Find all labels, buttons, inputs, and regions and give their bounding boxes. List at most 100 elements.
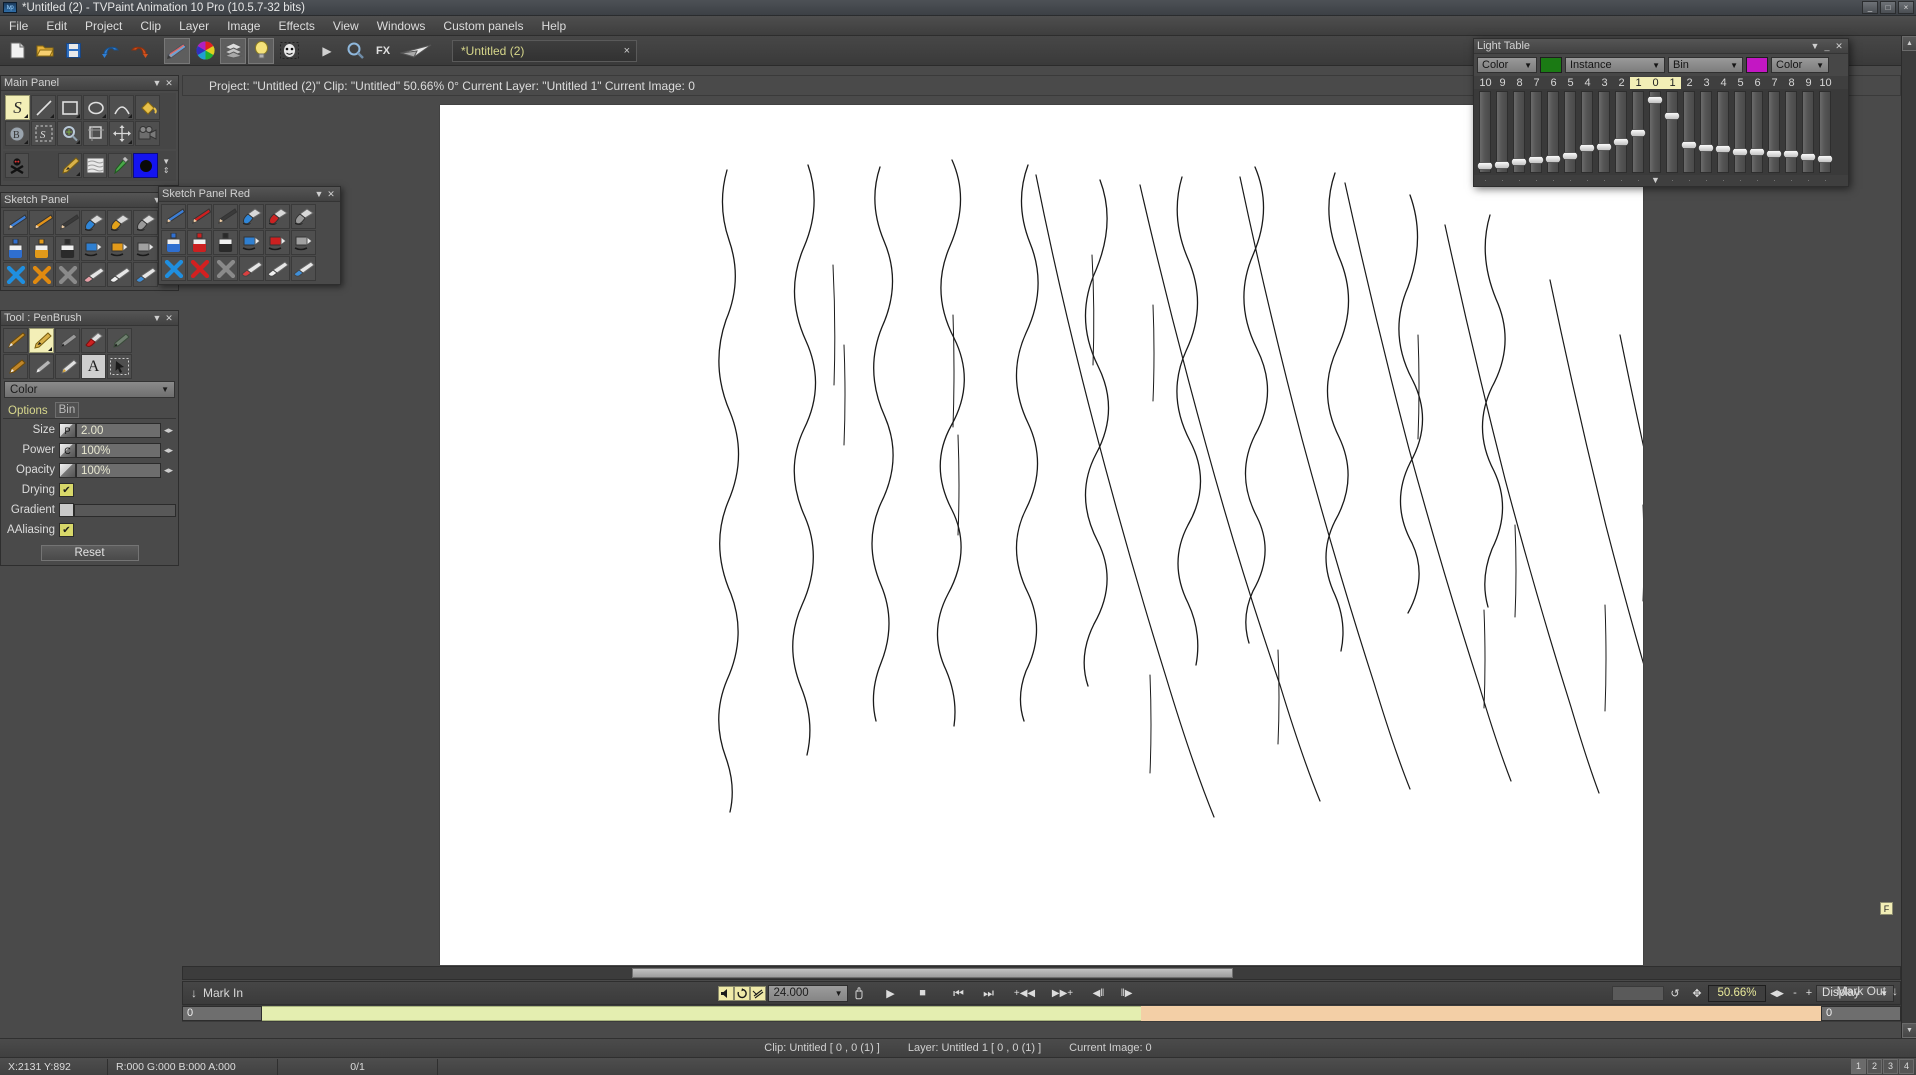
lt-green-swatch[interactable] [1540, 57, 1562, 73]
light-table-slider-10[interactable] [1647, 91, 1664, 173]
prev-mark-button[interactable]: +◀◀ [1008, 984, 1042, 1002]
selection-tool[interactable]: S [31, 121, 56, 146]
layers-icon[interactable] [220, 37, 246, 64]
light-table-scale-16[interactable]: 6 [1749, 77, 1766, 89]
light-table-slider-9[interactable] [1630, 91, 1647, 173]
menu-item-image[interactable]: Image [218, 16, 269, 36]
light-table-header[interactable]: Light Table ▼ _ ✕ [1474, 39, 1848, 54]
x-grey-icon[interactable] [55, 262, 80, 287]
light-table-slider-19[interactable] [1800, 91, 1817, 173]
tab-bin[interactable]: Bin [54, 402, 80, 418]
light-table-scale-5[interactable]: 5 [1562, 77, 1579, 89]
tool-field-opacity-stepper[interactable]: ◂▸ [161, 465, 176, 476]
mask-icon[interactable] [276, 38, 302, 64]
light-table-scale-19[interactable]: 9 [1800, 77, 1817, 89]
stop-button[interactable]: ■ [912, 984, 934, 1002]
reset-button[interactable]: Reset [40, 545, 139, 561]
light-table-slider-11[interactable] [1664, 91, 1681, 173]
page-button-3[interactable]: 3 [1883, 1059, 1898, 1074]
skull-eraser-icon[interactable] [5, 153, 30, 178]
mark-out-control[interactable]: Mark Out ↓ [1837, 984, 1898, 998]
lt-mode-dropdown[interactable]: Color ▼ [1477, 57, 1537, 73]
eraser-white-icon[interactable] [265, 256, 290, 281]
tool-toggle-gradient-bar[interactable] [74, 503, 176, 517]
chevron-down-icon[interactable]: ▼ [151, 78, 163, 88]
menu-item-windows[interactable]: Windows [368, 16, 435, 36]
pencil-orange-icon[interactable] [29, 210, 54, 235]
tool-field-size-value[interactable]: 2.00 [76, 422, 161, 438]
lt-bin-dropdown[interactable]: Bin ▼ [1668, 57, 1743, 73]
timeline-range-orange[interactable] [1141, 1006, 1821, 1021]
magnifier-tool[interactable] [57, 121, 82, 146]
scroll-thumb[interactable] [632, 968, 1233, 978]
lt-color-dropdown[interactable]: Color ▼ [1771, 57, 1829, 73]
main-panel-header[interactable]: Main Panel ▼ ✕ [1, 76, 178, 91]
light-table-slider-knob-20[interactable] [1817, 155, 1833, 163]
ink-blue-icon[interactable] [3, 236, 28, 261]
mark-in-control[interactable]: ↓ Mark In [183, 986, 243, 1000]
page-button-1[interactable]: 1 [1851, 1059, 1866, 1074]
freehand-tool[interactable]: S [5, 95, 30, 120]
save-icon[interactable] [60, 38, 86, 64]
menu-item-edit[interactable]: Edit [37, 16, 76, 36]
light-table-slider-7[interactable] [1596, 91, 1613, 173]
step-back-button[interactable]: ◀‖ [1088, 984, 1110, 1002]
ink-blue-icon[interactable] [161, 230, 186, 255]
menu-item-view[interactable]: View [324, 16, 368, 36]
marker-tool[interactable] [55, 328, 80, 353]
chevron-down-icon[interactable]: ▼ [1809, 41, 1821, 51]
fill-tool[interactable] [135, 95, 160, 120]
page-button-2[interactable]: 2 [1867, 1059, 1882, 1074]
marker-red-icon[interactable] [265, 230, 290, 255]
airbrush-tool[interactable] [107, 328, 132, 353]
tool-field-opacity-mode-button[interactable] [59, 462, 76, 478]
ellipse-tool[interactable] [83, 95, 108, 120]
canvas-work-area[interactable]: F [182, 96, 1901, 965]
minimize-icon[interactable]: _ [1821, 41, 1833, 51]
timeline-end-value[interactable]: 0 [1821, 1006, 1901, 1021]
light-table-slider-13[interactable] [1698, 91, 1715, 173]
light-table-scale-7[interactable]: 3 [1596, 77, 1613, 89]
light-table-slider-15[interactable] [1732, 91, 1749, 173]
sketch-panel-header[interactable]: Sketch Panel ▼ ✕ [1, 193, 178, 208]
light-table-slider-knob-18[interactable] [1783, 150, 1799, 158]
light-table-slider-knob-9[interactable] [1630, 129, 1646, 137]
brush-grey-icon[interactable] [291, 204, 316, 229]
play-button[interactable]: ▶ [880, 984, 902, 1002]
light-table-slider-16[interactable] [1749, 91, 1766, 173]
menu-item-effects[interactable]: Effects [269, 16, 323, 36]
light-table-slider-20[interactable] [1817, 91, 1834, 173]
pencil-blue-icon[interactable] [3, 210, 28, 235]
refresh-icon[interactable]: ↺ [1664, 984, 1686, 1002]
menu-item-file[interactable]: File [0, 16, 37, 36]
chevron-down-icon[interactable]: ▼ [151, 313, 163, 323]
light-table-slider-knob-0[interactable] [1477, 162, 1493, 170]
close-icon[interactable]: ✕ [1833, 41, 1845, 52]
vertical-scrollbar[interactable]: ▲ ▼ [1901, 36, 1916, 1038]
light-table-slider-knob-5[interactable] [1562, 152, 1578, 160]
light-table-slider-knob-11[interactable] [1664, 112, 1680, 120]
lt-instance-dropdown[interactable]: Instance ▼ [1565, 57, 1665, 73]
fps-field[interactable]: 24.000 ▼ [767, 984, 848, 1002]
eraser-blue-icon[interactable] [291, 256, 316, 281]
color-swatch-icon[interactable] [133, 153, 158, 178]
chevron-down-icon[interactable]: ▼ [313, 189, 325, 199]
brush-select-tool[interactable]: B [5, 121, 30, 146]
chalk-tool[interactable] [29, 354, 54, 379]
step-forward-button[interactable]: ‖▶ [1116, 984, 1138, 1002]
tool-field-size-mode-button[interactable]: P [59, 422, 76, 438]
camera-tool[interactable] [135, 121, 160, 146]
light-table-slider-knob-6[interactable] [1579, 144, 1595, 152]
light-table-scale-18[interactable]: 8 [1783, 77, 1800, 89]
fit-icon[interactable]: ✥ [1686, 984, 1708, 1002]
light-table-slider-2[interactable] [1511, 91, 1528, 173]
x-blue-icon[interactable] [161, 256, 186, 281]
light-table-scale-12[interactable]: 2 [1681, 77, 1698, 89]
color-wheel-icon[interactable] [192, 38, 218, 64]
first-frame-button[interactable]: ⏮ [948, 984, 970, 1002]
close-icon[interactable]: ✕ [163, 78, 175, 89]
scroll-up-arrow[interactable]: ▲ [1902, 36, 1916, 51]
eraser-pink-icon[interactable] [81, 262, 106, 287]
light-table-scale-1[interactable]: 9 [1494, 77, 1511, 89]
light-table-slider-18[interactable] [1783, 91, 1800, 173]
